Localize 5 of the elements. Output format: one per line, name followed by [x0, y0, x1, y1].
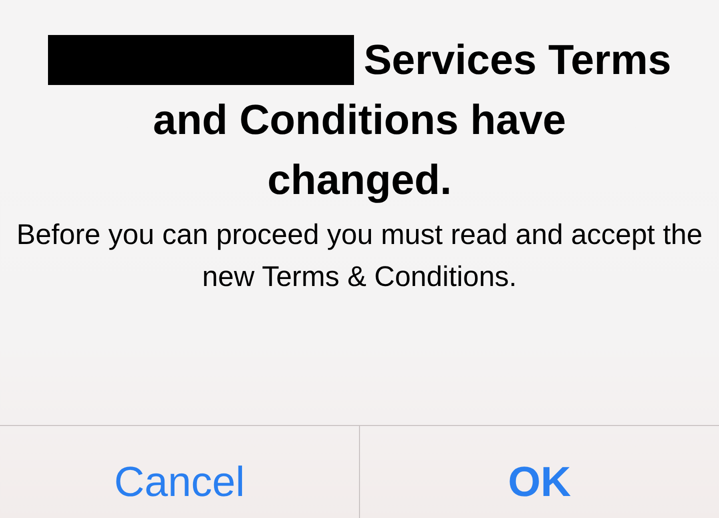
alert-title: Services Terms	[364, 35, 672, 85]
ok-button[interactable]: OK	[359, 426, 719, 518]
alert-message: Before you can proceed you must read and accept the new Terms & Conditions.	[15, 218, 704, 295]
cancel-button[interactable]: Cancel	[0, 426, 359, 518]
alert-title: and Conditions have changed.	[152, 95, 568, 205]
